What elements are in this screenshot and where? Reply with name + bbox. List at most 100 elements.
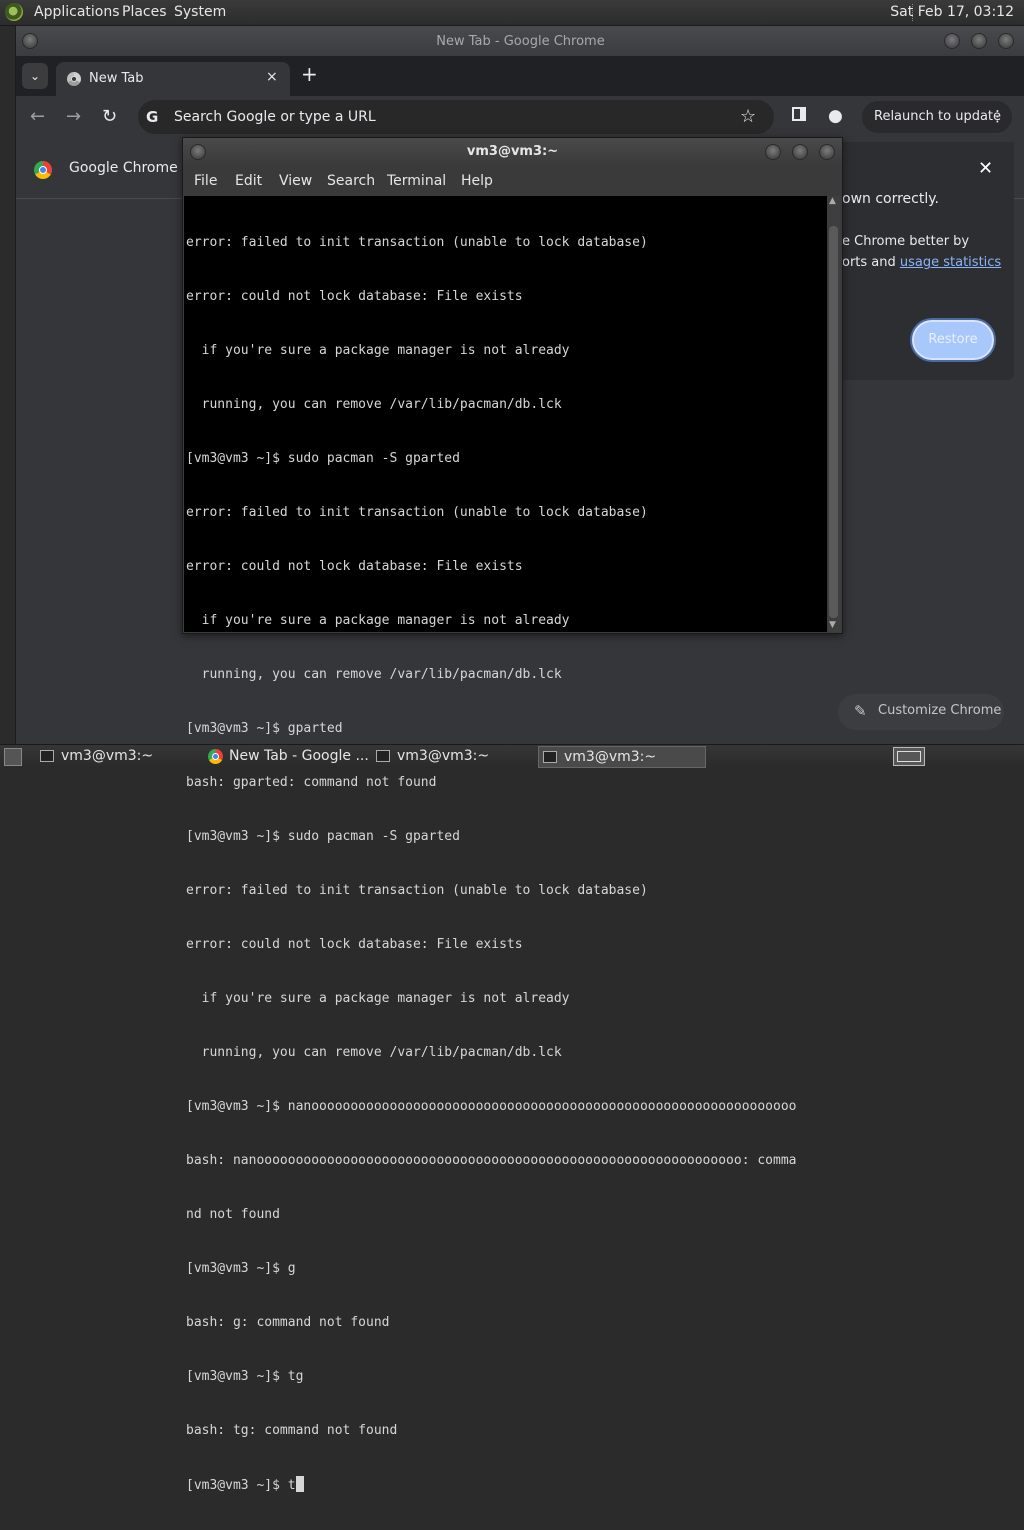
terminal-scrollbar[interactable]: ▲ ▼ <box>828 196 840 632</box>
show-desktop-icon[interactable] <box>4 748 22 766</box>
restore-pages-dialog: ✕ own correctly. e Chrome better by orts… <box>816 142 1014 380</box>
omnibox[interactable]: G Search Google or type a URL ☆ <box>138 100 774 134</box>
scroll-thumb[interactable] <box>829 226 838 618</box>
terminal-line: [vm3@vm3 ~]$ gparted <box>186 721 343 736</box>
terminal-maximize-button[interactable] <box>792 144 808 160</box>
side-panel-icon[interactable] <box>792 107 806 121</box>
chrome-window-title: New Tab - Google Chrome <box>436 34 605 49</box>
taskbar-item-label: vm3@vm3:~ <box>61 748 154 764</box>
dialog-text-line3-prefix: orts and <box>842 255 900 270</box>
terminal-line: [vm3@vm3 ~]$ sudo pacman -S gparted <box>186 451 460 466</box>
relaunch-to-update-button[interactable]: Relaunch to update ⋮ <box>862 101 1012 133</box>
text-cursor <box>295 1476 304 1492</box>
terminal-line: running, you can remove /var/lib/pacman/… <box>186 1045 562 1060</box>
terminal-line: bash: tg: command not found <box>186 1423 398 1438</box>
system-menu[interactable]: System <box>174 4 226 20</box>
terminal-line: error: failed to init transaction (unabl… <box>186 883 648 898</box>
minimize-button[interactable] <box>944 33 960 49</box>
dialog-text-line2: e Chrome better by <box>842 234 970 249</box>
bottom-taskbar: vm3@vm3:~ New Tab - Google ... vm3@vm3:~… <box>0 744 1024 769</box>
terminal-line: bash: g: command not found <box>186 1315 390 1330</box>
terminal-icon <box>543 751 557 763</box>
terminal-icon <box>40 750 54 762</box>
terminal-line: running, you can remove /var/lib/pacman/… <box>186 667 562 682</box>
google-g-icon: G <box>146 108 159 126</box>
terminal-title: vm3@vm3:~ <box>466 144 559 159</box>
top-panel: Applications Places System Sat Feb 17, 0… <box>0 0 1024 26</box>
terminal-line: nd not found <box>186 1207 280 1222</box>
applications-menu[interactable]: Applications <box>34 4 120 20</box>
menu-search[interactable]: Search <box>327 173 375 189</box>
terminal-line: bash: gparted: command not found <box>186 775 437 790</box>
bookmark-star-icon[interactable]: ☆ <box>740 106 756 127</box>
tab-search-button[interactable]: ⌄ <box>22 63 48 89</box>
taskbar-item-chrome[interactable]: New Tab - Google ... <box>204 746 369 768</box>
terminal-line: [vm3@vm3 ~]$ nanoooooooooooooooooooooooo… <box>186 1099 797 1114</box>
terminal-menubar: File Edit View Search Terminal Help <box>183 166 842 196</box>
clock[interactable]: Sat Feb 17, 03:12 <box>890 4 1014 20</box>
taskbar-item-terminal-3[interactable]: vm3@vm3:~ <box>538 746 706 768</box>
reload-icon[interactable]: ↻ <box>102 106 117 127</box>
dialog-text-line3: orts and usage statistics <box>842 255 1001 270</box>
maximize-button[interactable] <box>971 33 987 49</box>
menu-view[interactable]: View <box>279 173 312 189</box>
terminal-line: running, you can remove /var/lib/pacman/… <box>186 397 562 412</box>
taskbar-item-label: vm3@vm3:~ <box>564 749 657 765</box>
chrome-favicon-icon <box>67 72 81 86</box>
menu-file[interactable]: File <box>194 173 217 189</box>
forward-icon[interactable]: → <box>66 106 81 127</box>
terminal-close-button[interactable] <box>819 144 835 160</box>
tab-title: New Tab <box>89 71 144 86</box>
tab-close-icon[interactable]: × <box>266 69 278 85</box>
terminal-minimize-button[interactable] <box>765 144 781 160</box>
scroll-up-arrow-icon[interactable]: ▲ <box>829 196 836 206</box>
terminal-line: error: failed to init transaction (unabl… <box>186 505 648 520</box>
places-menu[interactable]: Places <box>122 4 167 20</box>
more-menu-icon[interactable]: ⋮ <box>990 107 1005 125</box>
menu-help[interactable]: Help <box>461 173 493 189</box>
usage-statistics-link[interactable]: usage statistics <box>900 255 1001 270</box>
chrome-logo-icon <box>34 161 52 179</box>
pencil-icon: ✎ <box>854 702 867 720</box>
terminal-line: error: failed to init transaction (unabl… <box>186 235 648 250</box>
taskbar-item-label: New Tab - Google ... <box>229 748 369 764</box>
customize-chrome-button[interactable]: ✎ Customize Chrome <box>838 694 1004 730</box>
menu-terminal[interactable]: Terminal <box>387 173 446 189</box>
workspace-switcher[interactable] <box>893 747 925 766</box>
terminal-line: if you're sure a package manager is not … <box>186 991 570 1006</box>
terminal-line: bash: nanooooooooooooooooooooooooooooooo… <box>186 1153 797 1168</box>
terminal-titlebar[interactable]: vm3@vm3:~ <box>183 138 842 166</box>
dialog-text-line1: own correctly. <box>842 191 939 207</box>
chrome-titlebar[interactable]: New Tab - Google Chrome <box>16 26 1024 56</box>
terminal-line: if you're sure a package manager is not … <box>186 343 570 358</box>
terminal-line: [vm3@vm3 ~]$ g <box>186 1261 296 1276</box>
new-tab-button[interactable]: + <box>301 62 318 86</box>
omnibox-placeholder[interactable]: Search Google or type a URL <box>174 109 376 125</box>
close-button[interactable] <box>998 33 1014 49</box>
restore-button[interactable]: Restore <box>912 320 994 360</box>
terminal-line: [vm3@vm3 ~]$ tg <box>186 1369 304 1384</box>
terminal-line: error: could not lock database: File exi… <box>186 289 523 304</box>
taskbar-item-terminal-1[interactable]: vm3@vm3:~ <box>36 746 196 768</box>
taskbar-item-terminal-2[interactable]: vm3@vm3:~ <box>372 746 532 768</box>
terminal-line: error: could not lock database: File exi… <box>186 559 523 574</box>
tab-new-tab[interactable]: New Tab × <box>56 62 290 96</box>
customize-chrome-label: Customize Chrome <box>878 703 1002 718</box>
menu-edit[interactable]: Edit <box>235 173 262 189</box>
terminal-prompt: [vm3@vm3 ~]$ t <box>186 1478 296 1493</box>
terminal-window: vm3@vm3:~ File Edit View Search Terminal… <box>182 137 843 1493</box>
profile-icon[interactable]: ● <box>828 106 843 126</box>
back-icon[interactable]: ← <box>30 106 45 127</box>
dialog-close-icon[interactable]: ✕ <box>978 158 993 179</box>
terminal-output[interactable]: error: failed to init transaction (unabl… <box>184 196 827 1493</box>
terminal-lines: error: failed to init transaction (unabl… <box>186 198 826 1530</box>
terminal-icon <box>376 750 390 762</box>
distro-logo-icon[interactable] <box>5 3 23 21</box>
chrome-icon <box>208 749 223 764</box>
taskbar-item-label: vm3@vm3:~ <box>397 748 490 764</box>
tab-strip: ⌄ New Tab × <box>16 56 1024 96</box>
terminal-line: error: could not lock database: File exi… <box>186 937 523 952</box>
scroll-down-arrow-icon[interactable]: ▼ <box>829 620 836 630</box>
relaunch-label: Relaunch to update <box>874 109 1002 124</box>
terminal-current-line[interactable]: [vm3@vm3 ~]$ t <box>186 1476 826 1494</box>
